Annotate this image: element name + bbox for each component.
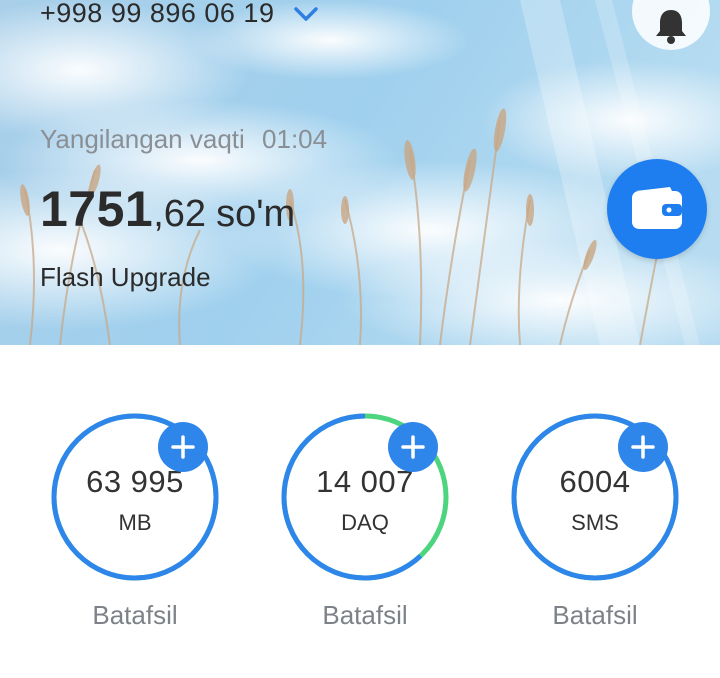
stat-unit: DAQ [341,510,389,535]
add-minutes-button[interactable] [388,422,438,472]
last-updated: Yangilangan vaqti 01:04 [40,124,327,155]
header-banner: +998 99 896 06 19 Yangilangan vaqti 01:0… [0,0,720,345]
bell-icon [656,10,686,44]
details-link[interactable]: Batafsil [280,600,450,631]
stat-value: 6004 [559,464,631,499]
details-link[interactable]: Batafsil [50,600,220,631]
details-link[interactable]: Batafsil [510,600,680,631]
balance-integer: 1751 [40,181,154,237]
balance: 1751,62 so'm [40,180,295,238]
stat-unit: MB [118,510,152,535]
updated-label: Yangilangan vaqti [40,124,245,154]
plus-icon [171,435,195,459]
phone-selector[interactable]: +998 99 896 06 19 [40,0,320,29]
stat-value: 14 007 [316,464,414,499]
tariff-plan: Flash Upgrade [40,262,211,292]
stat-value: 63 995 [86,464,184,499]
add-internet-button[interactable] [158,422,208,472]
phone-number: +998 99 896 06 19 [40,0,275,28]
stat-sms[interactable]: 6004 SMS Batafsil [510,412,690,652]
wallet-button[interactable] [607,159,707,259]
wallet-icon [632,187,682,229]
balance-currency: so'm [216,193,296,235]
stat-minutes[interactable]: 14 007 DAQ Batafsil [280,412,460,652]
chevron-down-icon[interactable] [292,4,320,24]
stat-internet[interactable]: 63 995 MB Batafsil [50,412,230,652]
balance-fraction: ,62 [153,193,207,235]
updated-time: 01:04 [262,124,328,154]
stat-unit: SMS [571,510,619,535]
add-sms-button[interactable] [618,422,668,472]
sky-grass-background [0,0,720,345]
plus-icon [401,435,425,459]
plus-icon [631,435,655,459]
